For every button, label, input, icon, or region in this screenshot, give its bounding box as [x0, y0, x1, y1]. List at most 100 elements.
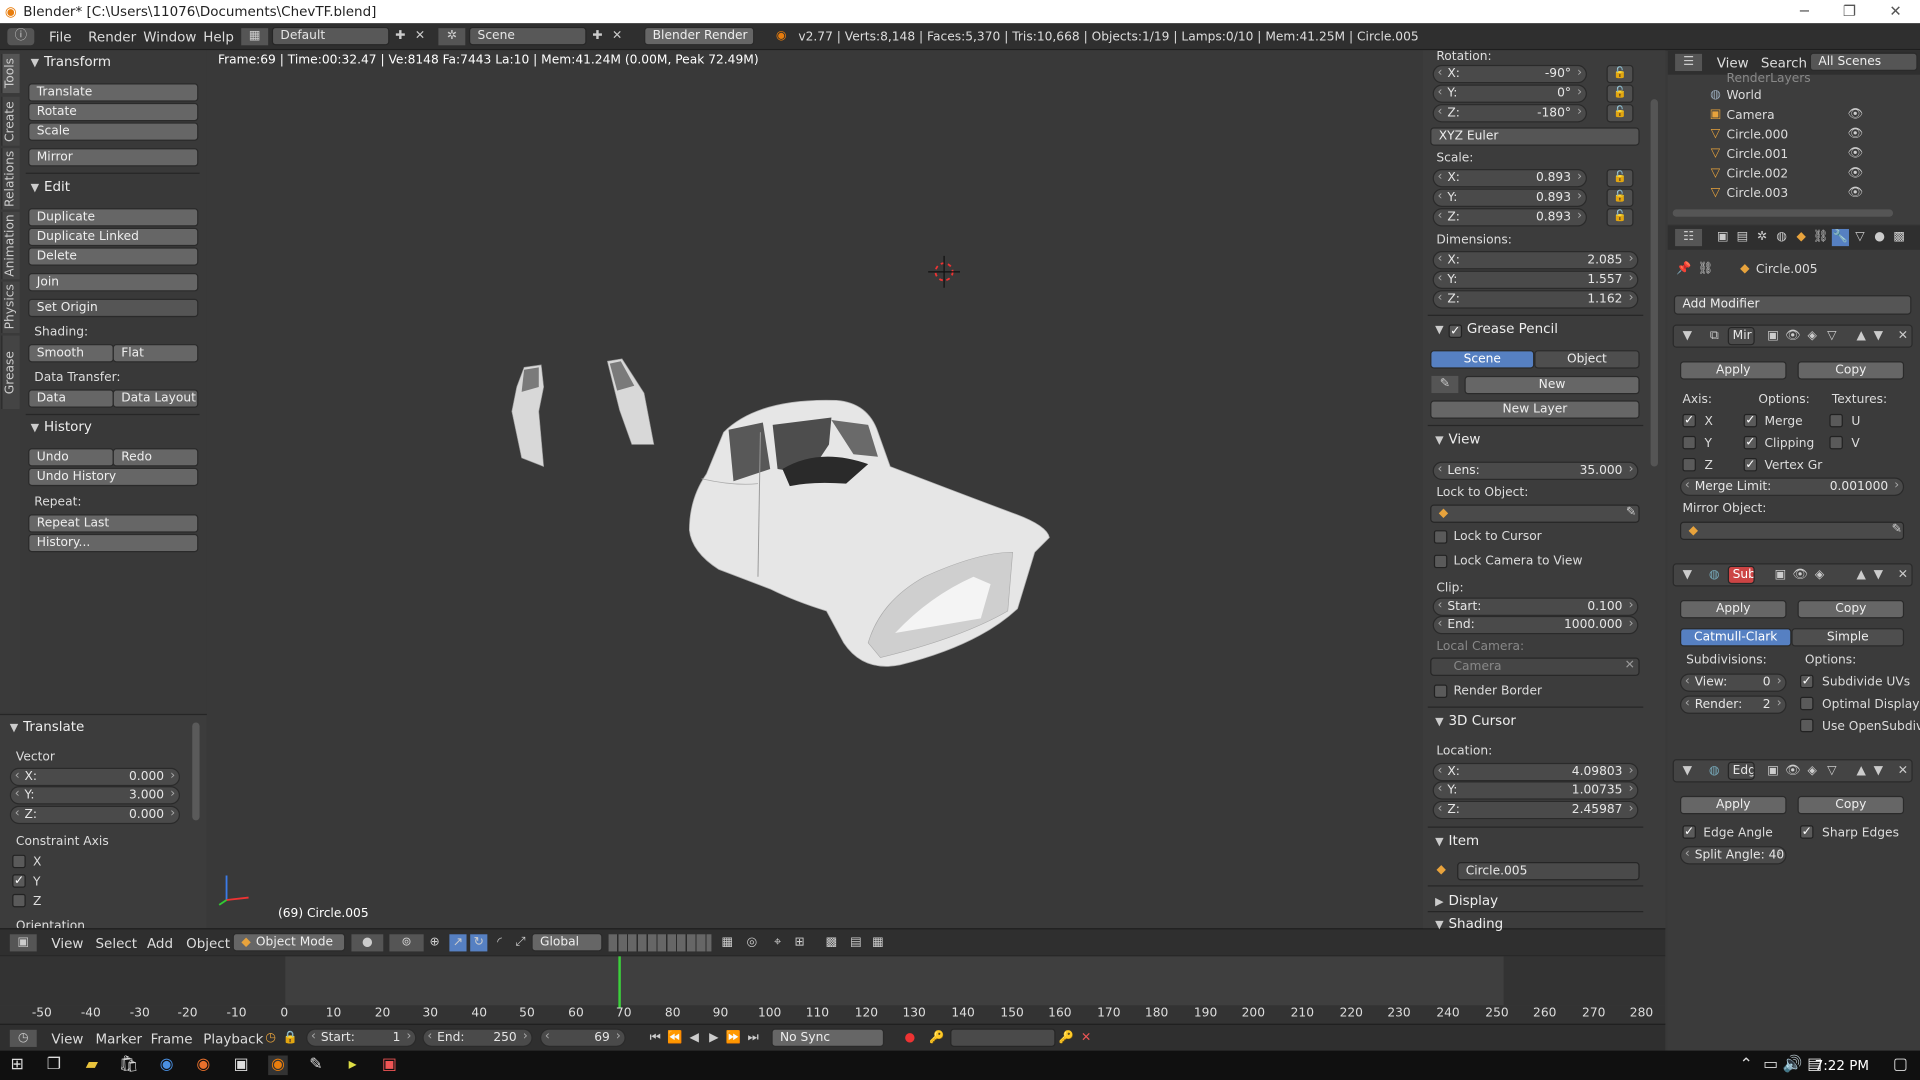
sync-mode-select[interactable]: No Sync [771, 1028, 885, 1047]
collapse-icon[interactable]: ▼ [1679, 328, 1696, 345]
shading-panel-header[interactable]: ▼ Shading [1435, 916, 1503, 932]
texture-tab-icon[interactable]: ▩ [1891, 229, 1908, 246]
menu-file[interactable]: File [49, 29, 72, 45]
tab-physics[interactable]: Physics [1, 281, 20, 334]
material-tab-icon[interactable]: ● [1871, 229, 1888, 246]
subsurf-modifier-header[interactable]: ▼ ◍ Sub ▣ 👁 ◈ ▲ ▼ ✕ [1672, 563, 1913, 587]
screen-layout-field[interactable]: Default [271, 26, 390, 46]
editmode-toggle-icon[interactable]: ◈ [1811, 567, 1828, 584]
rotation-mode-select[interactable]: XYZ Euler [1430, 127, 1640, 146]
render-tab-icon[interactable]: ▣ [1714, 229, 1731, 246]
add-scene-icon[interactable]: ✚ [589, 28, 606, 45]
add-modifier-select[interactable]: Add Modifier [1673, 295, 1912, 315]
menu-add[interactable]: Add [147, 936, 173, 952]
preview-range-icon[interactable]: ◷ [262, 1030, 279, 1047]
pivot-icon[interactable]: ⊚ [389, 934, 424, 952]
move-up-icon[interactable]: ▲ [1853, 328, 1870, 345]
transform-orientation-select[interactable]: Global [531, 933, 603, 952]
edge-split-apply-button[interactable]: Apply [1680, 795, 1787, 815]
operator-scrollbar[interactable] [192, 722, 200, 821]
move-down-icon[interactable]: ▼ [1870, 763, 1887, 780]
world-tab-icon[interactable]: ◍ [1773, 229, 1790, 246]
render-toggle-icon[interactable]: ▣ [1772, 567, 1789, 584]
outliner-view-menu[interactable]: View [1717, 55, 1749, 71]
grease-pencil-icon[interactable]: ✎ [1431, 375, 1459, 394]
mirror-copy-button[interactable]: Copy [1797, 361, 1905, 380]
sharp-edges-checkbox[interactable]: ✓ [1800, 825, 1814, 839]
scale-x-lock-icon[interactable]: 🔓 [1606, 168, 1634, 188]
tab-relations[interactable]: Relations [1, 148, 20, 210]
jump-keyframe-forward-icon[interactable]: ⏩ [725, 1030, 742, 1047]
render-layers-tab-icon[interactable]: ▤ [1734, 229, 1751, 246]
data-button[interactable]: Data [28, 389, 114, 408]
axis-y-checkbox[interactable] [1682, 435, 1696, 450]
subsurf-copy-button[interactable]: Copy [1797, 600, 1905, 619]
remove-modifier-icon[interactable]: ✕ [1894, 567, 1911, 584]
door-left-mesh[interactable] [507, 362, 556, 472]
editmode-toggle-icon[interactable]: ◈ [1804, 763, 1821, 780]
tray-chevron-icon[interactable]: ⌃ [1736, 1056, 1756, 1076]
3d-cursor-icon[interactable] [926, 253, 963, 290]
delete-button[interactable]: Delete [28, 247, 199, 266]
rotation-x-field[interactable]: X:-90° [1432, 64, 1587, 84]
store-icon[interactable]: 🛍 [119, 1056, 139, 1076]
notepad-icon[interactable]: ✎ [306, 1056, 326, 1076]
end-frame-field[interactable]: End:250 [422, 1028, 533, 1047]
mirror-name-field[interactable]: Mir [1727, 326, 1755, 346]
axis-z-checkbox[interactable] [1682, 457, 1696, 472]
object-tab-icon[interactable]: ◆ [1793, 229, 1810, 246]
scale-button[interactable]: Scale [28, 122, 199, 141]
scene-tab-icon[interactable]: ✲ [1753, 229, 1770, 246]
truck-body-mesh[interactable] [684, 393, 1064, 675]
start-frame-field[interactable]: Start:1 [306, 1028, 417, 1047]
delete-keyframe-icon[interactable]: ✕ [1078, 1030, 1095, 1047]
operator-panel-header[interactable]: ▼ Translate [10, 719, 85, 735]
undo-button[interactable]: Undo [28, 448, 114, 467]
editor-type-info-icon[interactable]: ⓘ [7, 28, 35, 46]
move-down-icon[interactable]: ▼ [1870, 328, 1887, 345]
notifications-icon[interactable]: ▢ [1891, 1056, 1911, 1076]
history-panel-header[interactable]: ▼ History [31, 419, 92, 435]
translate-button[interactable]: Translate [28, 83, 199, 102]
constraint-z-checkbox[interactable] [12, 893, 26, 908]
viewport-toggle-icon[interactable]: 👁 [1791, 567, 1808, 584]
scale-y-lock-icon[interactable]: 🔓 [1606, 188, 1634, 207]
visibility-eye-icon[interactable]: 👁 [1847, 185, 1864, 202]
menu-object[interactable]: Object [186, 936, 230, 952]
lock-camera-checkbox[interactable] [1433, 554, 1448, 569]
timeline-menu-view[interactable]: View [51, 1031, 83, 1047]
axis-x-checkbox[interactable]: ✓ [1682, 413, 1696, 428]
edge-split-name-field[interactable]: Edg [1727, 761, 1755, 781]
constraint-x-checkbox[interactable] [12, 854, 26, 869]
lens-field[interactable]: Lens:35.000 [1432, 461, 1639, 481]
grease-pencil-panel-header[interactable]: ▼ ✓ Grease Pencil [1435, 321, 1558, 338]
repeat-last-button[interactable]: Repeat Last [28, 514, 199, 533]
scale-manipulator-icon[interactable]: ◜ [491, 934, 508, 951]
edit-panel-header[interactable]: ▼ Edit [31, 179, 70, 195]
pin-icon[interactable]: 📌 [1675, 261, 1692, 278]
app-icon[interactable]: ▣ [231, 1056, 251, 1076]
subdivide-uvs-checkbox[interactable]: ✓ [1800, 674, 1814, 689]
collapse-icon[interactable]: ▼ [1679, 567, 1696, 584]
scale-z-field[interactable]: Z:0.893 [1432, 208, 1587, 227]
subsurf-render-field[interactable]: Render:2 [1680, 695, 1787, 714]
remove-modifier-icon[interactable]: ✕ [1894, 328, 1911, 345]
cage-toggle-icon[interactable]: ▽ [1823, 328, 1840, 345]
dimensions-x-field[interactable]: X:2.085 [1432, 251, 1639, 270]
menu-select[interactable]: Select [96, 936, 138, 952]
timeline-menu-frame[interactable]: Frame [151, 1031, 193, 1047]
grease-object-button[interactable]: Object [1534, 350, 1640, 369]
jump-keyframe-back-icon[interactable]: ⏪ [666, 1030, 683, 1047]
duplicate-linked-button[interactable]: Duplicate Linked [28, 227, 199, 247]
outliner-search-menu[interactable]: Search [1761, 55, 1807, 71]
data-layout-button[interactable]: Data Layout [112, 389, 199, 408]
outliner-item-circle-003[interactable]: Circle.003 [1727, 187, 1789, 200]
view-panel-header[interactable]: ▼ View [1435, 431, 1480, 447]
rotation-y-field[interactable]: Y:0° [1432, 84, 1587, 103]
close-button[interactable]: ✕ [1889, 2, 1901, 19]
duplicate-button[interactable]: Duplicate [28, 208, 199, 227]
timeline-ruler[interactable] [0, 1005, 1666, 1025]
keying-set-field[interactable] [950, 1028, 1056, 1047]
viewport-toggle-icon[interactable]: 👁 [1784, 763, 1801, 780]
proportional-edit-icon[interactable]: ◎ [743, 934, 760, 951]
